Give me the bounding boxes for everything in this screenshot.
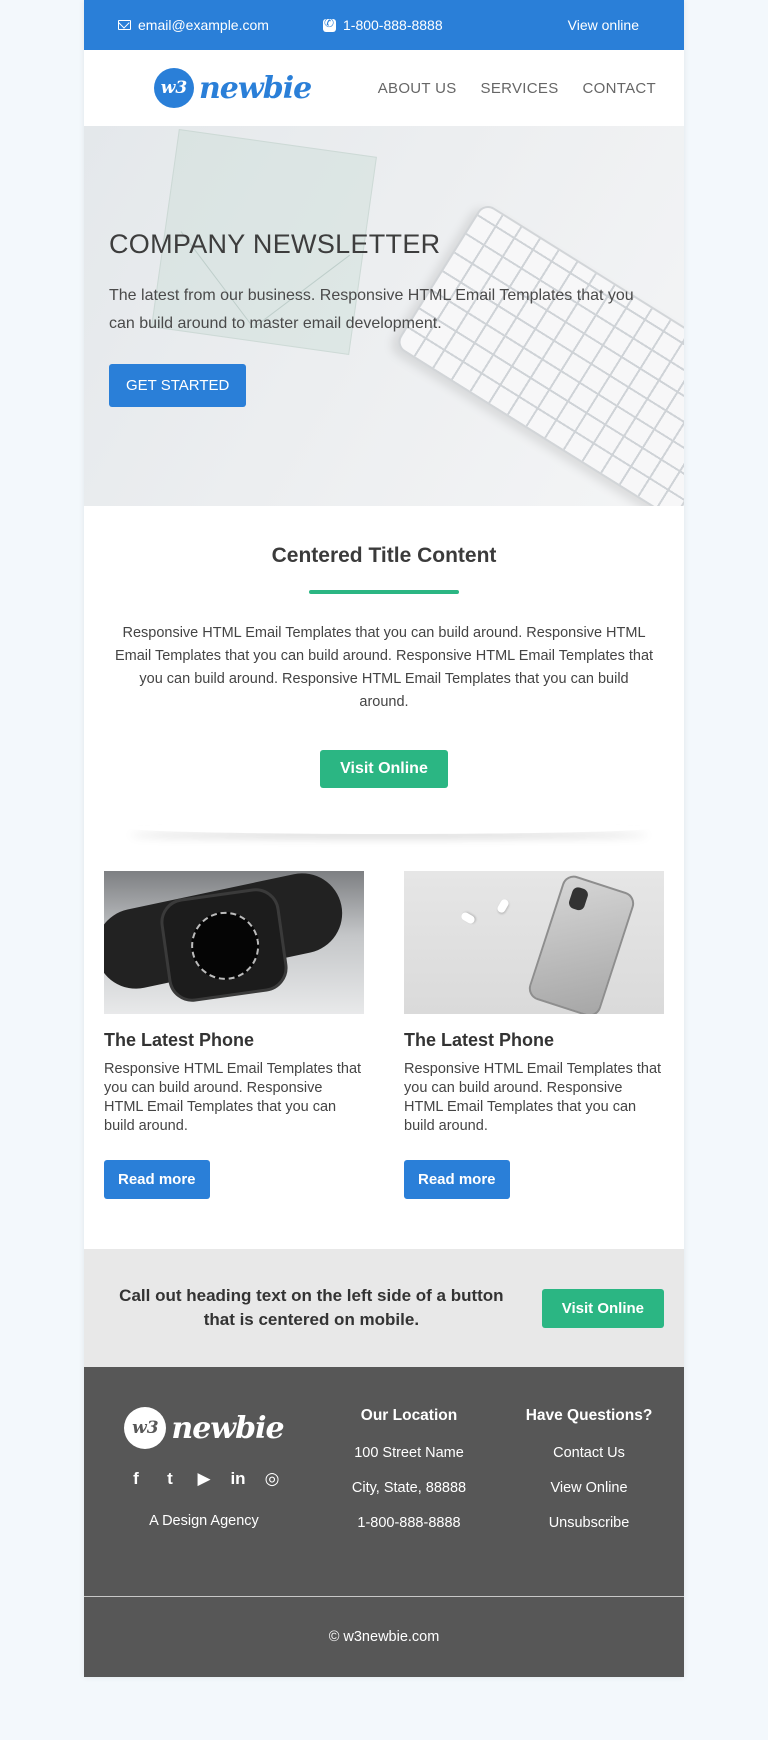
watch-dial — [186, 907, 264, 985]
email-container: email@example.com 1-800-888-8888 View on… — [84, 0, 684, 1677]
centered-title: Centered Title Content — [271, 544, 497, 567]
hero-title: COMPANY NEWSLETTER — [109, 229, 441, 259]
logo-badge: w3 — [154, 68, 194, 108]
social-links: f t ▶ in ◎ — [104, 1469, 304, 1489]
top-bar: email@example.com 1-800-888-8888 View on… — [84, 0, 684, 50]
contact-us-link[interactable]: Contact Us — [514, 1445, 664, 1461]
hero-content: COMPANY NEWSLETTER The latest from our b… — [109, 229, 659, 407]
footer-logo-text: newbie — [171, 1410, 284, 1446]
card-2-title: The Latest Phone — [404, 1030, 555, 1050]
location-title: Our Location — [360, 1407, 458, 1424]
questions-title: Have Questions? — [525, 1407, 653, 1424]
green-divider — [309, 590, 459, 594]
mail-icon — [118, 20, 131, 30]
visit-online-button[interactable]: Visit Online — [320, 750, 448, 788]
facebook-icon[interactable]: f — [125, 1469, 147, 1489]
earbud-right — [496, 897, 510, 915]
callout-section: Call out heading text on the left side o… — [84, 1249, 684, 1367]
nav-contact[interactable]: CONTACT — [583, 80, 656, 97]
callout-visit-online-button[interactable]: Visit Online — [541, 1288, 664, 1328]
footer-view-online-link[interactable]: View Online — [514, 1480, 664, 1496]
footer-brand: w3 newbie f t ▶ in ◎ A Design Agency — [104, 1407, 304, 1596]
footer: w3 newbie f t ▶ in ◎ A Design Agency Our… — [84, 1367, 684, 1596]
phone-text: 1-800-888-8888 — [343, 17, 443, 33]
footer-logo-badge: w3 — [124, 1407, 167, 1449]
email-link[interactable]: email@example.com — [118, 17, 323, 33]
copyright: © w3newbie.com — [84, 1596, 684, 1677]
linkedin-icon[interactable]: in — [227, 1469, 249, 1489]
centered-section: Centered Title Content Responsive HTML E… — [84, 506, 684, 788]
centered-text: Responsive HTML Email Templates that you… — [114, 625, 654, 710]
card-2: The Latest Phone Responsive HTML Email T… — [404, 871, 664, 1199]
email-text: email@example.com — [138, 17, 269, 33]
unsubscribe-link[interactable]: Unsubscribe — [514, 1515, 664, 1531]
card-1: The Latest Phone Responsive HTML Email T… — [104, 871, 364, 1199]
callout-heading: Call out heading text on the left side o… — [119, 1286, 504, 1329]
logo-text: newbie — [199, 70, 312, 106]
watch-image — [104, 871, 364, 1014]
location-city: City, State, 88888 — [351, 1480, 467, 1496]
main-nav: ABOUT US SERVICES CONTACT — [378, 80, 656, 97]
hero-banner: COMPANY NEWSLETTER The latest from our b… — [84, 126, 684, 506]
youtube-icon[interactable]: ▶ — [193, 1469, 215, 1489]
hero-text: The latest from our business. Responsive… — [109, 287, 634, 332]
nav-about-us[interactable]: ABOUT US — [378, 80, 457, 97]
earbud-left — [459, 911, 477, 925]
card-1-title: The Latest Phone — [104, 1030, 255, 1050]
location-phone[interactable]: 1-800-888-8888 — [304, 1515, 514, 1531]
card-2-read-more-button[interactable]: Read more — [404, 1160, 510, 1199]
watch-face — [157, 885, 291, 1005]
phone-link[interactable]: 1-800-888-8888 — [323, 16, 568, 33]
logo[interactable]: w3 newbie — [154, 68, 312, 108]
header: w3 newbie ABOUT US SERVICES CONTACT — [84, 50, 684, 126]
card-1-text: Responsive HTML Email Templates that you… — [104, 1061, 362, 1134]
phone-body — [525, 872, 638, 1014]
phone-icon — [323, 16, 336, 32]
footer-location: Our Location 100 Street Name City, State… — [304, 1407, 514, 1596]
footer-questions: Have Questions? Contact Us View Online U… — [514, 1407, 664, 1596]
twitter-icon[interactable]: t — [159, 1469, 181, 1489]
footer-tagline: A Design Agency — [149, 1513, 259, 1529]
nav-services[interactable]: SERVICES — [481, 80, 559, 97]
view-online-link[interactable]: View online — [568, 17, 639, 33]
shadow-divider — [84, 788, 684, 848]
card-1-read-more-button[interactable]: Read more — [104, 1160, 210, 1199]
instagram-icon[interactable]: ◎ — [261, 1469, 283, 1489]
phone-image — [404, 871, 664, 1014]
get-started-button[interactable]: GET STARTED — [109, 364, 247, 407]
footer-logo[interactable]: w3 newbie — [104, 1407, 304, 1449]
cards-row: The Latest Phone Responsive HTML Email T… — [84, 848, 684, 1199]
card-2-text: Responsive HTML Email Templates that you… — [404, 1061, 662, 1134]
phone-camera — [567, 885, 590, 912]
location-street: 100 Street Name — [354, 1445, 464, 1461]
